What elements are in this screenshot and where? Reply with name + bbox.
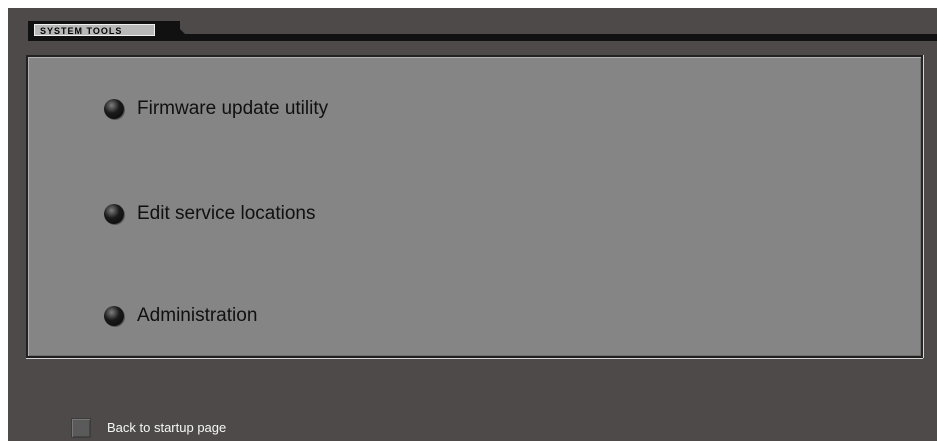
radio-bullet-icon [104,99,124,119]
system-tools-panel: Firmware update utility Edit service loc… [26,55,923,358]
radio-bullet-icon [104,204,124,224]
administration-link[interactable]: Administration [104,302,257,330]
menu-label: Edit service locations [137,203,316,224]
firmware-update-utility-link[interactable]: Firmware update utility [104,95,328,123]
back-to-startup-page-link[interactable]: Back to startup page [71,418,226,438]
edit-service-locations-link[interactable]: Edit service locations [104,200,315,228]
radio-bullet-icon [104,306,124,326]
menu-label: Administration [137,305,258,326]
system-tools-window: SYSTEM TOOLS Firmware update utility Edi… [8,8,937,441]
tab-system-tools: SYSTEM TOOLS [28,21,180,41]
tab-label: SYSTEM TOOLS [34,24,155,36]
menu-label: Firmware update utility [137,98,329,119]
back-label: Back to startup page [107,420,227,435]
square-button-icon[interactable] [71,418,91,438]
